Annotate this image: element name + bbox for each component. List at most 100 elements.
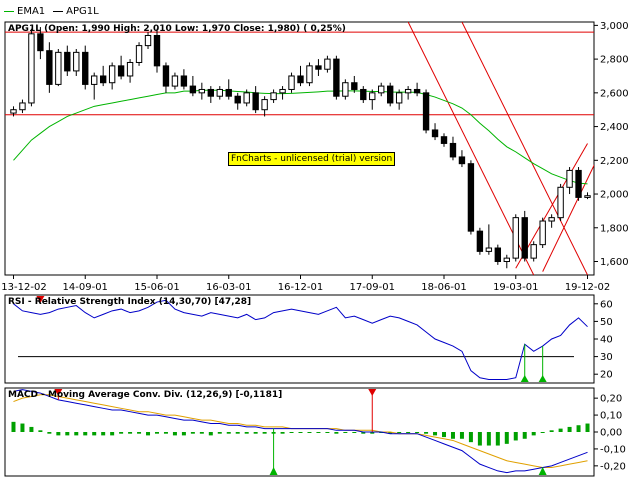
macd-histogram-bar (163, 432, 168, 434)
candle-body (19, 102, 26, 111)
x-tick-label: 14-09-01 (63, 282, 108, 293)
macd-histogram-bar (486, 432, 491, 446)
candle-body (584, 195, 591, 198)
price-y-tick-label: 2,800 (600, 55, 629, 66)
candle-body (216, 88, 223, 97)
candle-body (575, 169, 582, 198)
macd-histogram-bar (558, 428, 563, 432)
macd-histogram-bar (450, 432, 455, 439)
candle-body (64, 51, 71, 72)
macd-y-tick-label: -0,20 (600, 461, 626, 472)
macd-histogram-bar (190, 432, 195, 434)
x-tick-label: 19-03-01 (493, 282, 538, 293)
macd-histogram-bar (397, 432, 402, 433)
macd-histogram-bar (235, 432, 240, 434)
macd-histogram-bar (217, 432, 222, 434)
candle-body (404, 88, 412, 94)
macd-histogram-bar (307, 432, 312, 433)
macd-histogram-bar (253, 432, 258, 434)
macd-histogram-bar (110, 432, 115, 436)
rsi-y-tick-label: 60 (600, 299, 613, 310)
price-y-tick-label: 1,600 (600, 257, 629, 268)
rsi-panel-frame (4, 294, 595, 384)
macd-histogram-bar (199, 432, 204, 434)
macd-histogram-bar (146, 432, 151, 436)
candle-body (180, 75, 188, 87)
macd-histogram-bar (74, 432, 79, 436)
x-tick-label: 16-03-01 (206, 282, 251, 293)
candle-body (539, 220, 546, 246)
legend: EMA1 APG1L (4, 4, 99, 18)
candle-body (413, 88, 421, 94)
candle-body (126, 61, 134, 77)
candle-body (440, 136, 448, 144)
x-tick-label: 19-12-02 (565, 282, 610, 293)
candle-body (153, 34, 161, 67)
price-panel-frame (4, 21, 595, 276)
macd-histogram-bar (56, 432, 61, 436)
macd-histogram-bar (468, 432, 473, 443)
chart-canvas: 1,600 1,800 2,000 2,200 2,400 2,600 2,800 3,000… (1, 21, 629, 477)
rsi-y-tick-label: 40 (600, 335, 613, 346)
macd-histogram-bar (316, 432, 321, 433)
candle-body (530, 244, 537, 259)
ema-line (13, 89, 588, 185)
macd-histogram-bar (504, 432, 509, 444)
macd-histogram-bar (47, 432, 52, 434)
candle-body (270, 92, 277, 101)
candle-body (91, 75, 98, 85)
candle-body (360, 88, 367, 101)
candle-body (521, 217, 528, 259)
candle-body (557, 186, 564, 219)
macd-histogram-bar (298, 432, 303, 433)
candle-body (324, 58, 331, 70)
legend-swatch-ema (4, 10, 14, 12)
rsi-y-tick-label: 30 (600, 352, 613, 363)
macd-histogram-bar (119, 432, 124, 434)
rsi-y-tick-label: 50 (600, 317, 613, 328)
macd-histogram-bar (29, 426, 34, 432)
price-y-tick-label: 2,400 (600, 122, 629, 133)
candle-body (431, 129, 439, 138)
macd-histogram-bar (513, 432, 518, 441)
chart-stage: 1,600 1,800 2,000 2,200 2,400 2,600 2,800 3,000… (0, 0, 640, 480)
candle-body (171, 75, 179, 87)
price-y-tick-label: 1,800 (600, 223, 629, 234)
legend-item-apg1l: APG1L (53, 6, 99, 17)
rsi-line (13, 299, 588, 380)
candle-body (288, 75, 295, 90)
macd-y-tick-label: 0,00 (600, 428, 622, 439)
price-y-tick-label: 3,000 (600, 21, 629, 32)
macd-histogram-bar (522, 432, 527, 439)
candle-body (73, 51, 80, 72)
trial-watermark: FnCharts - unlicensed (trial) version (228, 152, 396, 166)
candle-body (144, 34, 152, 47)
price-y-tick-label: 2,600 (600, 88, 629, 99)
x-tick-label: 17-09-01 (350, 282, 395, 293)
macd-panel-title: MACD - Moving Average Conv. Div. (12,26,… (8, 390, 283, 400)
macd-y-tick-label: 0,10 (600, 411, 622, 422)
price-y-tick-label: 2,200 (600, 156, 629, 167)
macd-histogram-bar (65, 432, 70, 436)
macd-histogram-bar (567, 426, 572, 432)
macd-histogram-bar (11, 421, 16, 432)
candle-body (449, 142, 457, 158)
candle-body (225, 88, 232, 97)
macd-signal-line (13, 394, 588, 469)
macd-buy-marker (269, 467, 278, 475)
candle-body (306, 65, 313, 84)
candle-body (485, 247, 493, 252)
x-tick-label: 18-06-01 (421, 282, 466, 293)
candle-body (28, 33, 35, 104)
candle-body (234, 95, 241, 104)
candle-body (279, 88, 286, 94)
macd-histogram-bar (406, 432, 411, 433)
candle-body (503, 257, 510, 263)
candle-body (387, 85, 394, 104)
macd-histogram-bar (262, 432, 267, 434)
macd-histogram-bar (415, 432, 420, 433)
macd-histogram-bar (101, 432, 106, 436)
candle-body (55, 51, 62, 85)
candle-body (458, 156, 466, 165)
macd-histogram-bar (442, 432, 447, 438)
